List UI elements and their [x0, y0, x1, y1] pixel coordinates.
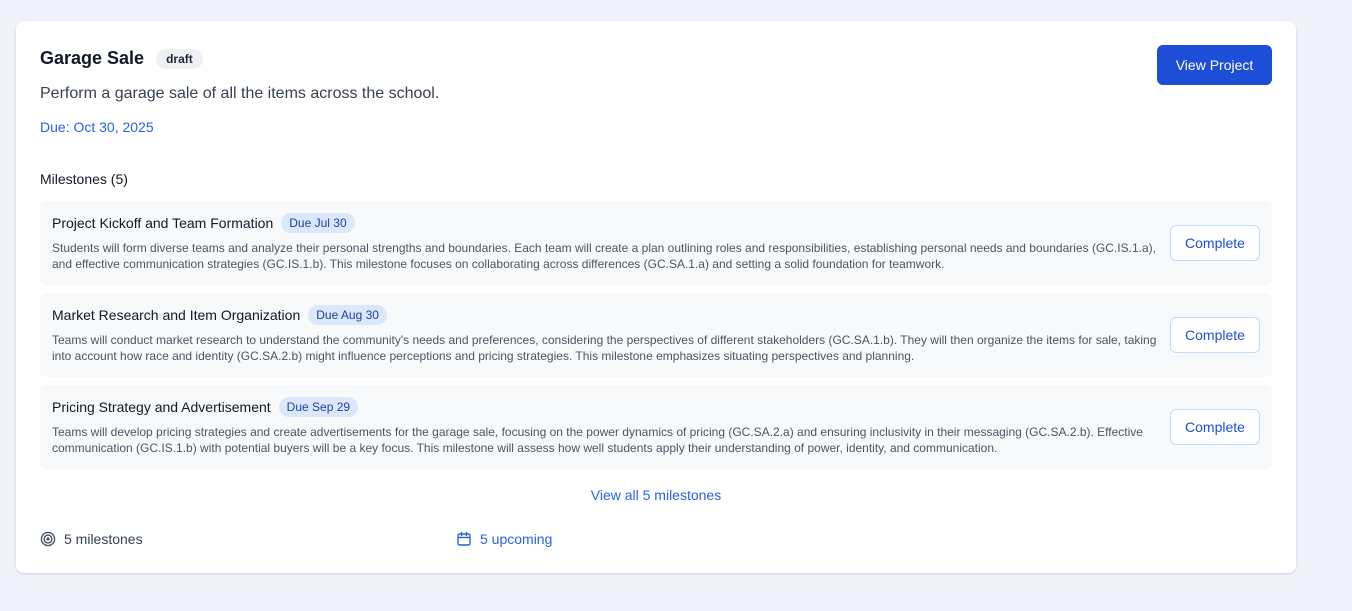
project-title: Garage Sale [40, 48, 145, 68]
project-due-date: Due: Oct 30, 2025 [40, 119, 154, 135]
milestone-due-badge: Due Sep 29 [278, 397, 359, 417]
milestone-description: Teams will conduct market research to un… [52, 333, 1157, 363]
project-card: Garage Sale draft Perform a garage sale … [16, 21, 1296, 573]
milestone-due-badge: Due Aug 30 [308, 305, 387, 325]
calendar-icon [456, 531, 472, 547]
complete-button[interactable]: Complete [1170, 409, 1260, 445]
milestone-title: Market Research and Item Organization [52, 307, 301, 323]
milestones-count-label: 5 milestones [64, 531, 143, 547]
complete-button[interactable]: Complete [1170, 317, 1260, 353]
complete-button[interactable]: Complete [1170, 225, 1260, 261]
view-project-button[interactable]: View Project [1157, 45, 1272, 85]
milestone-description: Students will form diverse teams and ana… [52, 241, 1156, 271]
milestone-list: Project Kickoff and Team Formation Due J… [40, 201, 1272, 477]
project-header: Garage Sale draft [40, 48, 203, 69]
milestone-due-badge: Due Jul 30 [281, 213, 355, 233]
milestones-count-stat: 5 milestones [40, 531, 143, 547]
milestone-title: Pricing Strategy and Advertisement [52, 399, 271, 415]
target-icon [40, 531, 56, 547]
upcoming-label: 5 upcoming [480, 531, 553, 547]
upcoming-stat: 5 upcoming [456, 531, 552, 547]
milestone-item: Project Kickoff and Team Formation Due J… [40, 201, 1272, 285]
view-all-milestones-link[interactable]: View all 5 milestones [16, 487, 1296, 503]
milestones-heading: Milestones (5) [40, 171, 128, 187]
milestone-item: Market Research and Item Organization Du… [40, 293, 1272, 377]
milestone-title: Project Kickoff and Team Formation [52, 215, 274, 231]
milestone-item: Pricing Strategy and Advertisement Due S… [40, 385, 1272, 469]
milestone-description: Teams will develop pricing strategies an… [52, 425, 1143, 455]
status-badge: draft [156, 48, 203, 69]
project-description: Perform a garage sale of all the items a… [40, 85, 440, 102]
